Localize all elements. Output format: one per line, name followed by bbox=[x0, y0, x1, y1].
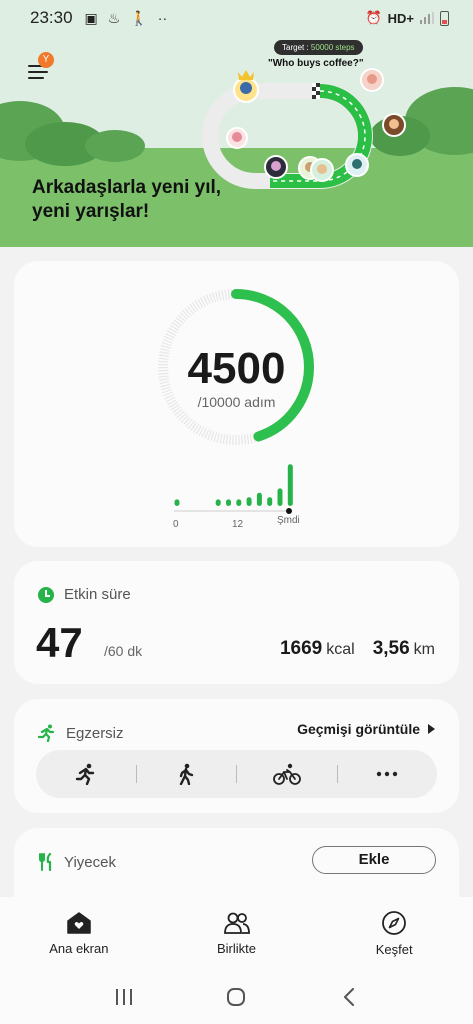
cycling-icon bbox=[272, 763, 301, 785]
network-label: HD+ bbox=[387, 10, 414, 26]
recent-apps-icon bbox=[116, 989, 133, 1005]
steps-card[interactable]: 4500 /10000 adım 0 12 Şmdi bbox=[14, 261, 459, 547]
exercise-card[interactable]: Egzersiz Geçmişi görüntüle bbox=[14, 699, 459, 813]
distance-unit: km bbox=[413, 641, 435, 658]
axis-label-mid: 12 bbox=[232, 519, 244, 530]
hourly-step-bar bbox=[226, 499, 231, 506]
recent-apps-button[interactable] bbox=[104, 977, 144, 1017]
hourly-step-bar bbox=[277, 488, 283, 506]
signal-icon bbox=[420, 12, 434, 24]
alarm-icon: ⏰ bbox=[365, 10, 382, 25]
exercise-shortcuts bbox=[36, 750, 437, 798]
exercise-label: Egzersiz bbox=[66, 724, 124, 742]
target-label: Target : bbox=[282, 43, 309, 52]
status-bar: 23:30 ▣ ♨ 🚶 ·· ⏰ HD+ bbox=[0, 0, 473, 36]
nav-together[interactable]: Birlikte bbox=[158, 897, 316, 970]
active-minutes-goal: /60 dk bbox=[104, 643, 143, 659]
step-count: 4500 bbox=[187, 344, 286, 393]
hourly-step-bar bbox=[287, 464, 293, 506]
menu-notification-badge: Y bbox=[38, 52, 54, 68]
home-heart-icon bbox=[67, 912, 91, 934]
exercise-runner-icon bbox=[38, 724, 55, 742]
banner-title: Arkadaşlarla yeni yıl, yeni yarışlar! bbox=[32, 176, 221, 224]
status-time: 23:30 bbox=[30, 8, 73, 27]
walking-notification-icon: 🚶 bbox=[130, 9, 148, 26]
fork-knife-icon bbox=[39, 853, 52, 871]
people-icon bbox=[223, 912, 250, 934]
walking-button[interactable] bbox=[137, 750, 237, 798]
system-navigation-bar bbox=[0, 970, 473, 1024]
battery-icon bbox=[440, 10, 449, 26]
compass-icon bbox=[382, 911, 407, 935]
more-icon bbox=[377, 771, 398, 777]
nav-discover[interactable]: Keşfet bbox=[315, 897, 473, 970]
axis-label-now: Şmdi bbox=[277, 515, 300, 526]
kcal-value: 1669 bbox=[279, 638, 323, 659]
food-label: Yiyecek bbox=[64, 853, 116, 871]
nav-home-label: Ana ekran bbox=[49, 941, 109, 956]
distance-value: 3,56 bbox=[372, 638, 410, 659]
crowned-avatar-icon bbox=[233, 70, 259, 103]
nav-together-label: Birlikte bbox=[217, 941, 257, 956]
back-button[interactable] bbox=[329, 977, 369, 1017]
hourly-step-bar bbox=[267, 497, 273, 506]
play-arrow-icon bbox=[428, 724, 435, 734]
view-history-link[interactable]: Geçmişi görüntüle bbox=[297, 721, 435, 737]
walking-icon bbox=[180, 763, 194, 785]
step-goal: /10000 adım bbox=[197, 394, 276, 410]
gallery-icon: ▣ bbox=[84, 9, 98, 26]
view-history-label: Geçmişi görüntüle bbox=[297, 721, 420, 737]
clock-icon bbox=[38, 586, 54, 603]
challenge-quote: "Who buys coffee?" bbox=[268, 58, 364, 69]
banner-title-line1: Arkadaşlarla yeni yıl, bbox=[32, 177, 222, 198]
hourly-steps-chart bbox=[174, 464, 293, 506]
nav-discover-label: Keşfet bbox=[375, 942, 413, 957]
active-time-label: Etkin süre bbox=[64, 586, 131, 603]
banner-title-line2: yeni yarışlar! bbox=[32, 201, 150, 222]
home-circle-icon bbox=[227, 988, 246, 1006]
back-chevron-icon bbox=[343, 988, 354, 1006]
target-value: 50000 steps bbox=[310, 43, 355, 52]
nav-home[interactable]: Ana ekran bbox=[0, 897, 158, 970]
hourly-step-bar bbox=[215, 499, 221, 506]
more-exercises-button[interactable] bbox=[338, 750, 438, 798]
hourly-step-bar bbox=[174, 499, 180, 506]
cycling-button[interactable] bbox=[237, 750, 337, 798]
hourly-step-bar bbox=[246, 497, 252, 506]
axis-label-start: 0 bbox=[173, 519, 179, 530]
home-button[interactable] bbox=[216, 977, 256, 1017]
active-minutes: 47 bbox=[36, 619, 83, 666]
add-food-button[interactable]: Ekle bbox=[312, 846, 436, 874]
active-time-card[interactable]: Etkin süre 47 /60 dk 1669 kcal 3,56 km bbox=[14, 561, 459, 684]
running-icon bbox=[75, 763, 94, 785]
target-pill: Target : 50000 steps bbox=[274, 40, 363, 55]
kcal-unit: kcal bbox=[326, 641, 355, 658]
hourly-step-bar bbox=[256, 492, 262, 506]
more-notifications-icon: ·· bbox=[157, 10, 168, 26]
running-button[interactable] bbox=[36, 750, 136, 798]
bottom-navigation: Ana ekran Birlikte Keşfet bbox=[0, 897, 473, 970]
hourly-step-bar bbox=[236, 499, 242, 506]
health-notification-icon: ♨ bbox=[107, 9, 121, 26]
promo-banner[interactable]: Y Target : 50000 steps "Who buys coffee?… bbox=[0, 36, 473, 247]
